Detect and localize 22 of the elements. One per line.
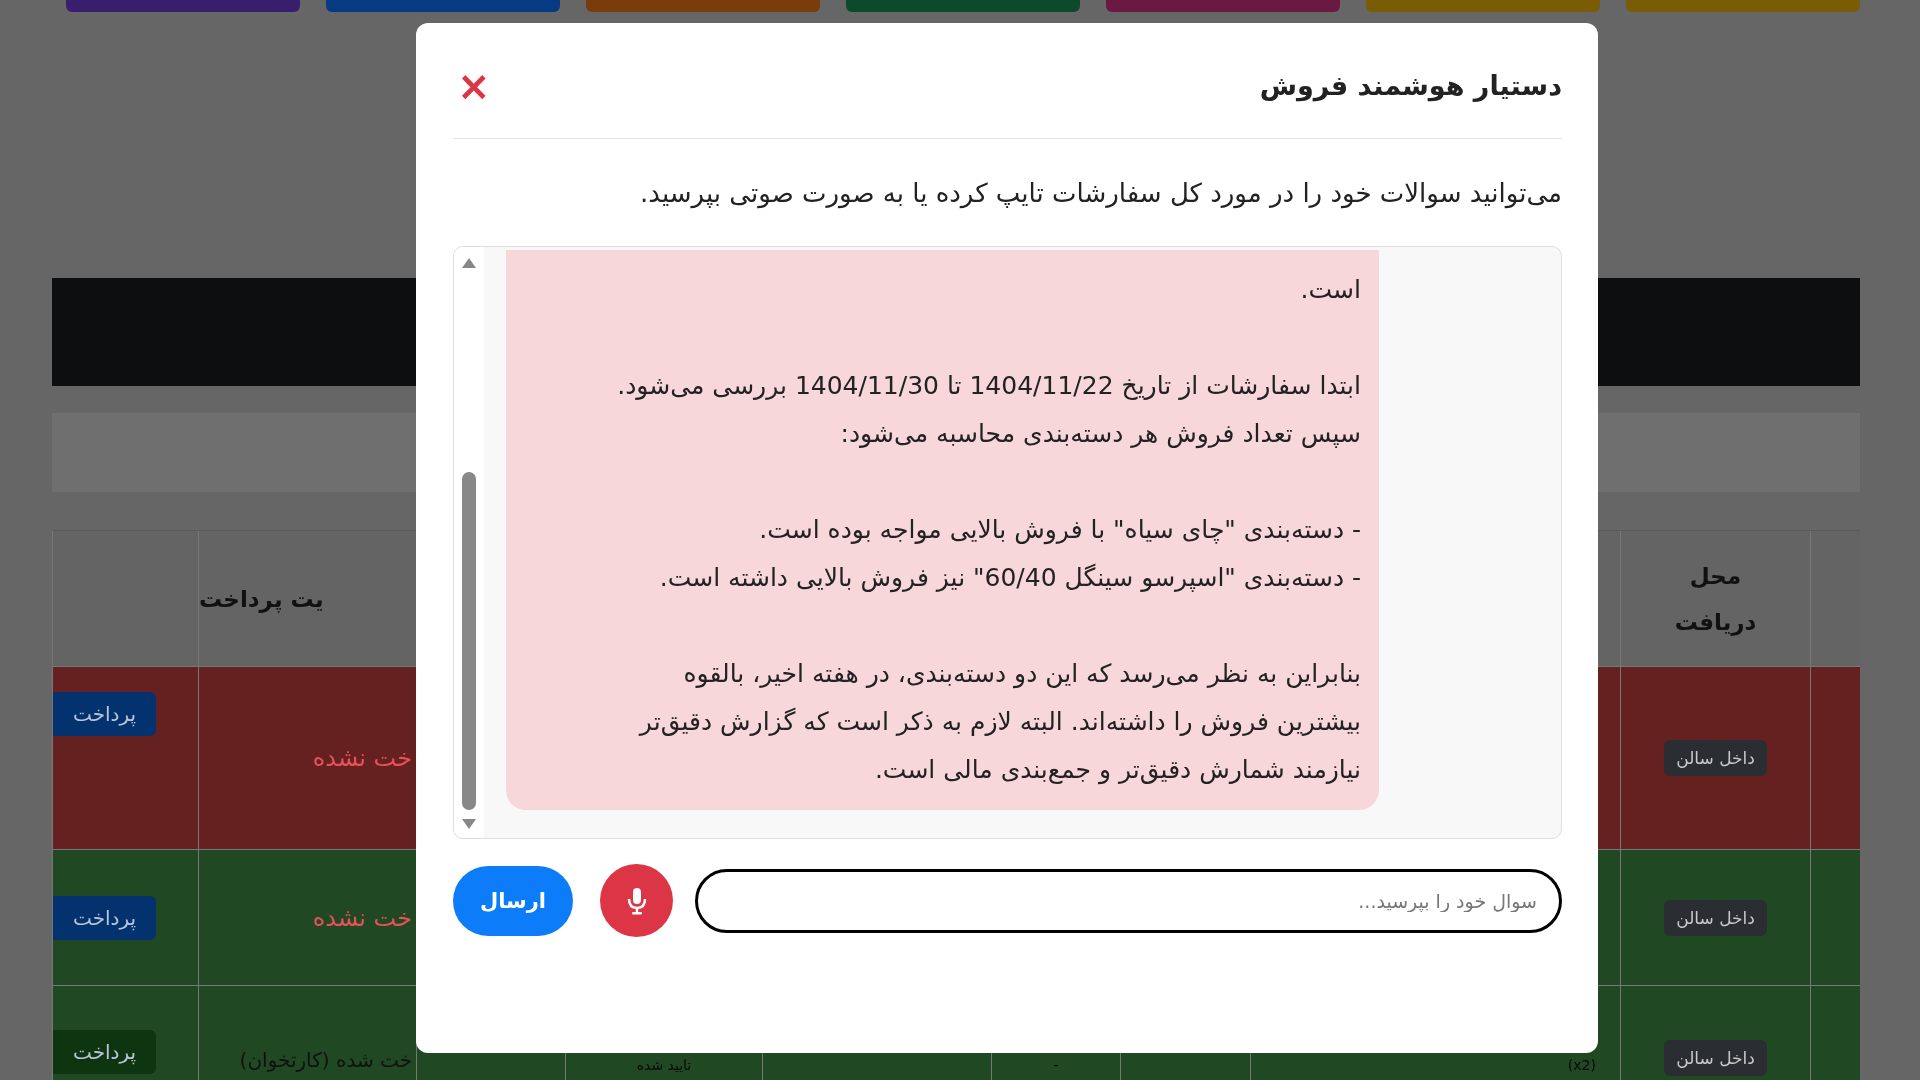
- column-header: یت پرداخت: [199, 585, 324, 612]
- question-input[interactable]: سوال خود را بپرسید...: [695, 868, 1562, 933]
- pay-button[interactable]: پرداخت: [53, 692, 157, 736]
- send-button[interactable]: ارسال: [453, 865, 573, 936]
- pay-button[interactable]: پرداخت: [53, 1030, 157, 1074]
- dialog-title: دستیار هوشمند فروش: [1259, 70, 1562, 101]
- table-cell: -: [1053, 1056, 1059, 1074]
- payment-status: خت نشده: [312, 745, 412, 771]
- message-paragraph: - دسته‌بندی "چای سیاه" با فروش بالایی مواجه بوده است. - دسته‌بندی "اسپرسو سینگل 60/40" نیز فروش بالایی داشته است.: [658, 514, 1361, 595]
- column-header: محل دریافت: [1673, 561, 1758, 638]
- message-paragraph: ابتدا سفارشات از تاریخ 1404/11/22 تا 1404/11/30 بررسی می‌شود. سپس تعداد فروش هر دسته‌بندی محاسبه می‌شود:: [616, 370, 1361, 451]
- message-paragraph: است.: [1299, 274, 1361, 306]
- table-cell: تایید شده: [636, 1056, 692, 1074]
- pickup-badge: داخل سالن: [1664, 899, 1767, 936]
- table-cell: (x2): [1567, 1056, 1596, 1074]
- close-button[interactable]: ×: [453, 65, 495, 106]
- message-paragraph: بنابراین به نظر می‌رسد که این دو دسته‌بندی، در هفته اخیر، بالقوه بیشترین فروش را داشته‌اند. البته لازم به ذکر است که گزارش دقیق‌تر نیازمند شمارش دقیق‌تر و جمع‌بندی مالی است.: [637, 658, 1361, 787]
- pickup-badge: داخل سالن: [1664, 740, 1767, 776]
- payment-status: خت نشده: [312, 904, 412, 931]
- dialog-description: می‌توانید سوالات خود را در مورد کل سفارشات تایپ کرده یا به صورت صوتی بپرسید.: [639, 177, 1562, 211]
- pay-button[interactable]: پرداخت: [53, 895, 157, 940]
- pickup-badge: داخل سالن: [1664, 1040, 1767, 1076]
